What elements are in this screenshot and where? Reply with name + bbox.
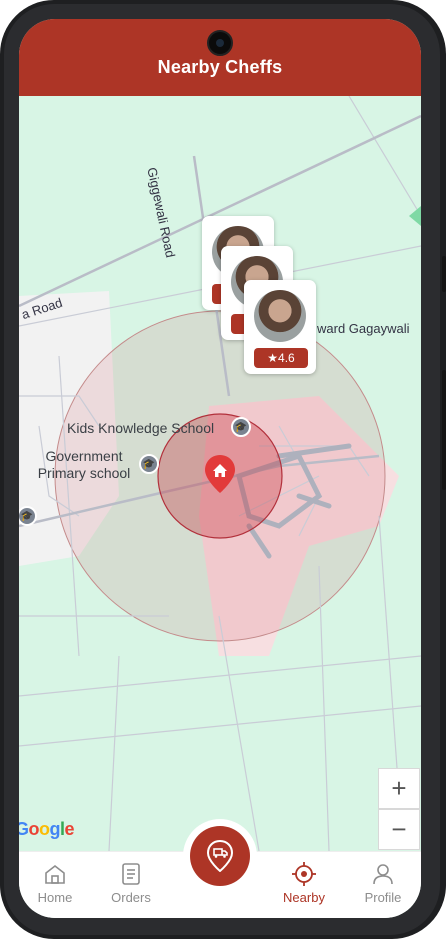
page-title: Nearby Cheffs bbox=[157, 57, 283, 77]
app-header: Nearby Cheffs bbox=[19, 19, 421, 96]
nav-label-home: Home bbox=[37, 890, 73, 905]
road-label-gagaywali: ward Gagaywali bbox=[317, 321, 410, 336]
user-icon bbox=[347, 862, 419, 886]
front-camera bbox=[207, 30, 233, 56]
volume-down-button bbox=[442, 370, 446, 490]
phone-frame: Nearby Cheffs Giggewali Road a Road ward… bbox=[0, 0, 446, 939]
nav-item-profile[interactable]: Profile bbox=[347, 862, 419, 905]
home-pin-icon[interactable] bbox=[204, 454, 236, 494]
chef-rating-badge: ★4.6 bbox=[254, 348, 308, 368]
crosshair-icon bbox=[268, 862, 340, 886]
poi-label-government-school[interactable]: Government Primary school bbox=[31, 448, 137, 482]
orders-icon bbox=[95, 862, 167, 886]
zoom-in-button[interactable]: + bbox=[378, 768, 420, 809]
nav-label-profile: Profile bbox=[364, 890, 402, 905]
delivery-pin-icon bbox=[207, 840, 233, 872]
volume-up-button bbox=[442, 256, 446, 292]
school-icon[interactable]: 🎓 bbox=[139, 454, 159, 474]
nav-item-home[interactable]: Home bbox=[19, 862, 91, 905]
nav-label-orders: Orders bbox=[111, 890, 151, 905]
delivery-fab-button[interactable] bbox=[190, 826, 250, 886]
home-icon bbox=[19, 862, 91, 886]
google-logo: Google bbox=[19, 819, 75, 839]
map-view[interactable]: Giggewali Road a Road ward Gagaywali Kid… bbox=[19, 96, 421, 851]
school-icon[interactable]: 🎓 bbox=[231, 417, 251, 437]
screen: Nearby Cheffs Giggewali Road a Road ward… bbox=[19, 19, 421, 918]
zoom-out-button[interactable]: − bbox=[378, 809, 420, 850]
chef-marker[interactable]: ★4.6 bbox=[244, 280, 316, 374]
chef-avatar bbox=[254, 290, 306, 342]
poi-label-kids-school[interactable]: Kids Knowledge School bbox=[67, 420, 214, 437]
nav-item-orders[interactable]: Orders bbox=[95, 862, 167, 905]
nav-label-nearby: Nearby bbox=[283, 890, 325, 905]
nav-item-nearby[interactable]: Nearby bbox=[268, 862, 340, 905]
